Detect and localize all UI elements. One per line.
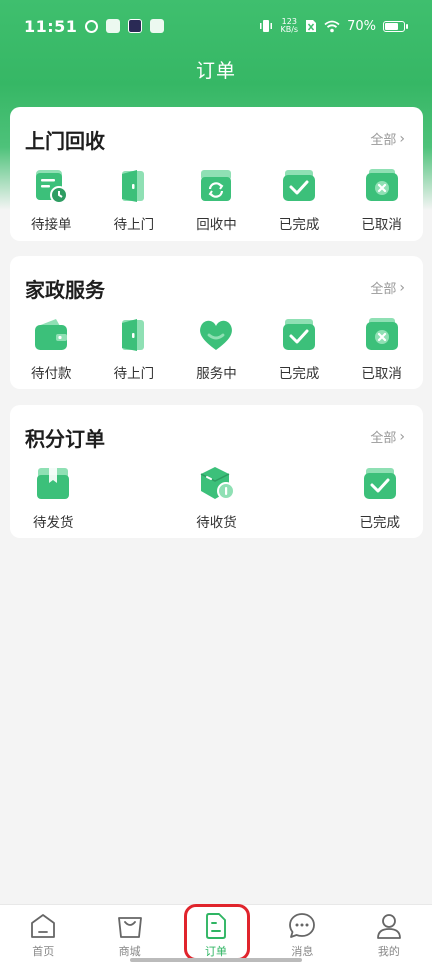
section-title: 上门回收 bbox=[25, 129, 105, 153]
status-item-label: 待上门 bbox=[113, 366, 155, 382]
tab-label: 我的 bbox=[377, 945, 400, 958]
section-recycle-card: 上门回收 全部 › 待接单 待上门 回收中 已完成 已取消 bbox=[10, 107, 423, 241]
status-item-label: 待接单 bbox=[31, 217, 72, 233]
shop-bag-icon bbox=[117, 917, 142, 938]
app-notification-icon bbox=[106, 19, 121, 33]
check-icon bbox=[363, 468, 396, 499]
status-item-label: 已完成 bbox=[278, 366, 320, 382]
wifi-icon bbox=[324, 20, 340, 32]
view-all-link[interactable]: 全部 › bbox=[370, 278, 405, 298]
message-icon bbox=[289, 913, 316, 938]
status-right: 123 KB/s 70% bbox=[259, 18, 408, 34]
status-item-label: 服务中 bbox=[196, 366, 237, 382]
sync-icon bbox=[85, 19, 99, 33]
cancel-icon bbox=[365, 318, 398, 350]
tab-label: 消息 bbox=[291, 945, 314, 958]
section-title: 家政服务 bbox=[25, 278, 105, 302]
status-item-recycling[interactable]: 回收中 bbox=[175, 167, 258, 233]
view-all-link[interactable]: 全部 › bbox=[370, 129, 405, 149]
cancel-icon bbox=[365, 169, 398, 201]
door-icon bbox=[121, 170, 144, 202]
status-item-awaiting-receipt[interactable]: 待收货 bbox=[175, 465, 258, 531]
view-all-label: 全部 bbox=[370, 431, 397, 446]
status-item-awaiting-visit[interactable]: 待上门 bbox=[93, 167, 176, 233]
status-item-pending-accept[interactable]: 待接单 bbox=[10, 167, 93, 233]
heart-icon bbox=[200, 320, 233, 350]
user-icon bbox=[376, 914, 401, 939]
net-speed-unit: KB/s bbox=[280, 25, 299, 34]
tab-label: 商城 bbox=[118, 945, 141, 958]
bottom-tab-bar: 首页 商城 订单 消息 我的 bbox=[0, 904, 432, 964]
tab-label: 订单 bbox=[205, 945, 228, 958]
status-item-completed[interactable]: 已完成 bbox=[258, 167, 341, 233]
recycle-box-icon bbox=[201, 170, 232, 201]
status-item-completed[interactable]: 已完成 bbox=[258, 316, 341, 382]
status-item-label: 待付款 bbox=[31, 366, 72, 382]
status-items: 待付款 待上门 服务中 已完成 已取消 bbox=[10, 316, 423, 382]
message-app-icon bbox=[150, 19, 165, 33]
home-icon bbox=[31, 914, 56, 938]
order-doc-icon bbox=[206, 913, 226, 939]
status-item-awaiting-visit[interactable]: 待上门 bbox=[93, 316, 176, 382]
tab-messages[interactable]: 消息 bbox=[259, 905, 345, 964]
status-item-label: 已取消 bbox=[361, 366, 402, 382]
section-title: 积分订单 bbox=[25, 427, 105, 451]
net-speed: 123 KB/s bbox=[280, 18, 298, 34]
tab-orders[interactable]: 订单 bbox=[173, 905, 259, 964]
chevron-right-icon: › bbox=[399, 279, 405, 296]
status-item-cancelled[interactable]: 已取消 bbox=[340, 167, 423, 233]
battery-percent: 70% bbox=[347, 18, 376, 34]
status-item-label: 已完成 bbox=[359, 515, 400, 531]
chevron-right-icon: › bbox=[399, 130, 405, 147]
status-item-cancelled[interactable]: 已取消 bbox=[340, 316, 423, 382]
tab-profile[interactable]: 我的 bbox=[346, 905, 432, 964]
wallet-icon bbox=[35, 319, 68, 350]
section-housekeeping-card: 家政服务 全部 › 待付款 待上门 服务中 已完成 已取消 bbox=[10, 256, 423, 389]
view-all-label: 全部 bbox=[370, 282, 397, 297]
status-item-label: 待上门 bbox=[113, 217, 155, 233]
delivery-box-icon bbox=[200, 467, 235, 500]
status-item-label: 已取消 bbox=[361, 217, 402, 233]
view-all-label: 全部 bbox=[370, 133, 397, 148]
status-item-label: 回收中 bbox=[196, 217, 237, 233]
tab-label: 首页 bbox=[32, 945, 55, 958]
status-item-label: 已完成 bbox=[278, 217, 320, 233]
status-item-awaiting-shipment[interactable]: 待发货 bbox=[12, 465, 95, 531]
status-item-label: 待收货 bbox=[196, 515, 237, 531]
status-bar: 11:51 123 KB/s 70% bbox=[0, 0, 432, 52]
status-left: 11:51 bbox=[24, 16, 165, 36]
vibrate-icon bbox=[260, 20, 273, 32]
door-icon bbox=[121, 319, 144, 351]
video-app-icon bbox=[128, 19, 143, 33]
status-items: 待发货 待收货 已完成 bbox=[10, 465, 423, 531]
status-item-in-service[interactable]: 服务中 bbox=[175, 316, 258, 382]
status-item-label: 待发货 bbox=[33, 515, 74, 531]
view-all-link[interactable]: 全部 › bbox=[370, 427, 405, 447]
check-icon bbox=[283, 319, 316, 350]
battery-icon bbox=[383, 20, 408, 32]
status-time: 11:51 bbox=[24, 16, 78, 36]
page-title: 订单 bbox=[195, 60, 236, 82]
check-icon bbox=[283, 170, 316, 201]
no-sim-icon bbox=[306, 20, 317, 32]
status-item-completed[interactable]: 已完成 bbox=[338, 465, 421, 531]
section-points-card: 积分订单 全部 › 待发货 待收货 已完成 bbox=[10, 405, 423, 538]
chevron-right-icon: › bbox=[399, 428, 405, 445]
package-icon bbox=[37, 468, 70, 499]
pending-order-icon bbox=[36, 170, 69, 204]
tab-shop[interactable]: 商城 bbox=[86, 905, 172, 964]
tab-home[interactable]: 首页 bbox=[0, 905, 86, 964]
home-indicator bbox=[130, 958, 302, 962]
status-items: 待接单 待上门 回收中 已完成 已取消 bbox=[10, 167, 423, 233]
status-item-awaiting-payment[interactable]: 待付款 bbox=[10, 316, 93, 382]
